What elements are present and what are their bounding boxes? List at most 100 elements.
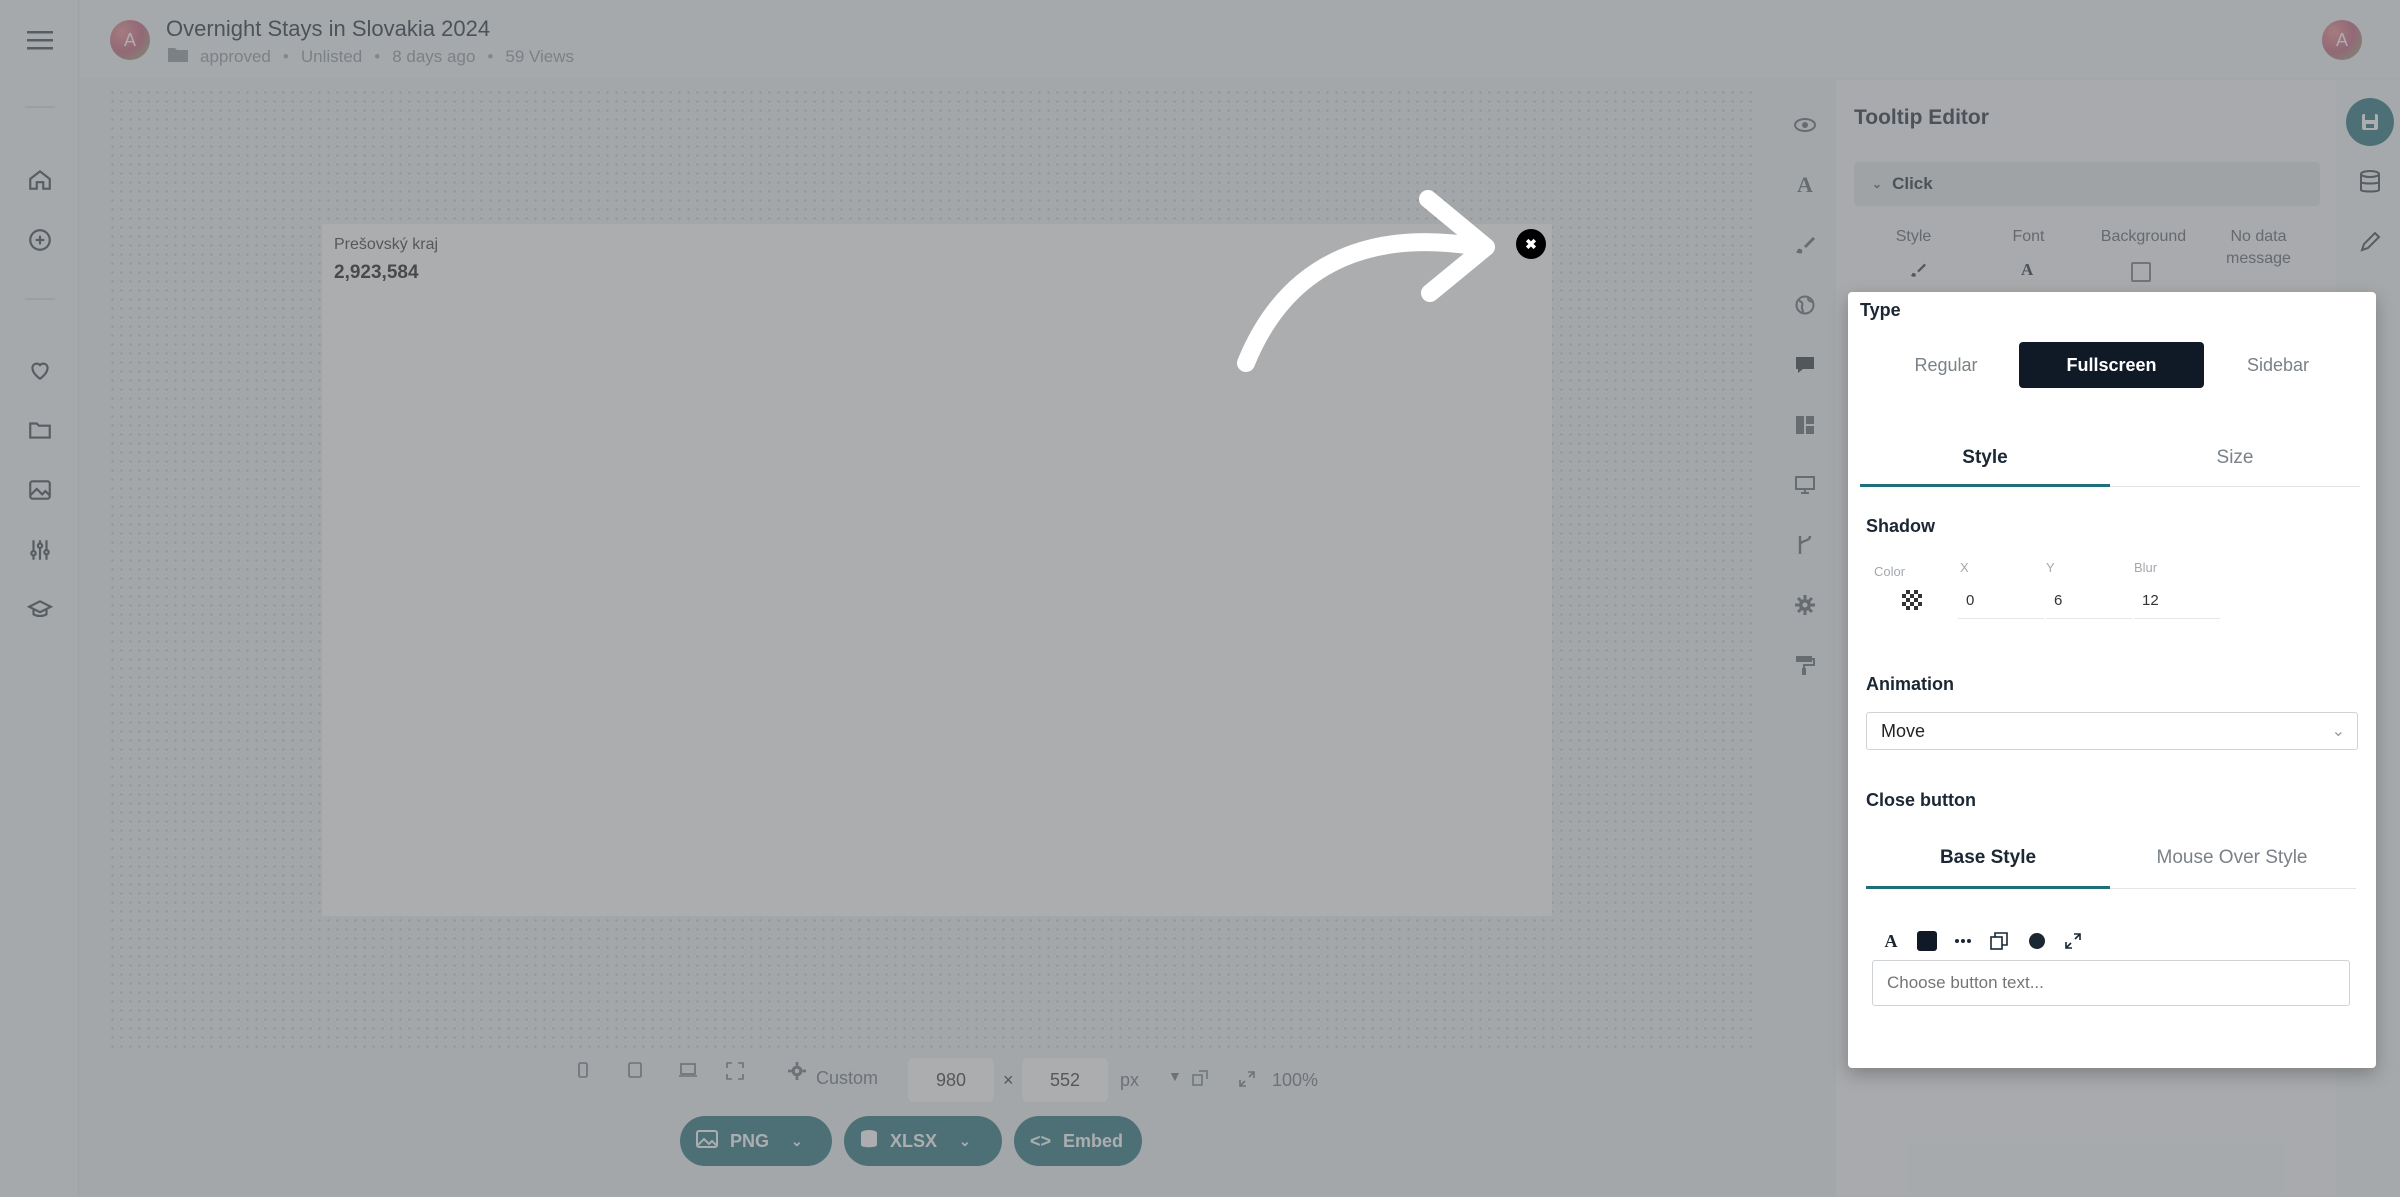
export-xlsx-button[interactable]: XLSX ⌄ [844, 1116, 1002, 1166]
type-sidebar[interactable]: Sidebar [2204, 342, 2352, 388]
heart-icon[interactable] [24, 354, 56, 386]
tab-mouse-over-style[interactable]: Mouse Over Style [2110, 838, 2354, 878]
hint-arrow [1237, 190, 1495, 372]
button-text-input[interactable] [1872, 960, 2350, 1006]
folder-name[interactable]: approved [200, 47, 271, 67]
chevron-down-icon: ⌄ [2331, 723, 2345, 740]
field-underline [2046, 618, 2132, 619]
code-icon: <> [1030, 1130, 1052, 1151]
checkbox-icon [2131, 262, 2151, 282]
shadow-x-caption: X [1960, 560, 1969, 575]
circle-shape-icon[interactable] [2024, 928, 2050, 954]
expand-icon[interactable] [1238, 1070, 1256, 1093]
view-count: 59 Views [505, 46, 575, 66]
text-font-icon: A [2021, 260, 2034, 279]
type-regular[interactable]: Regular [1872, 342, 2020, 388]
shadow-x-input[interactable]: 0 [1966, 592, 1974, 609]
graduation-cap-icon[interactable] [24, 594, 56, 626]
field-underline [2134, 618, 2220, 619]
tooltip-value: 2,923,584 [334, 262, 419, 283]
color-swatch-icon[interactable] [1914, 928, 1940, 954]
more-dots-icon[interactable] [1950, 928, 1976, 954]
divider [25, 106, 55, 108]
add-circle-icon[interactable] [24, 224, 56, 256]
chevron-down-icon: ⌄ [1872, 177, 1883, 191]
shadow-blur-caption: Blur [2134, 560, 2158, 575]
project-avatar[interactable]: A [110, 20, 150, 60]
separator-dot: • [487, 46, 494, 66]
fullscreen-icon[interactable] [726, 1062, 744, 1085]
click-section-header[interactable]: ⌄ Click [1854, 162, 2320, 206]
gear-icon[interactable] [1790, 590, 1820, 620]
subtab-no-data-message[interactable]: No data message [2201, 226, 2316, 270]
globe-icon[interactable] [1790, 290, 1820, 320]
left-rail [0, 0, 79, 1197]
tablet-device-icon[interactable] [628, 1062, 642, 1083]
paint-roller-icon[interactable] [1790, 650, 1820, 680]
pencil-icon[interactable] [2346, 218, 2394, 266]
size-preset[interactable]: Custom [816, 1068, 878, 1089]
separator-dot: • [374, 46, 381, 66]
laptop-device-icon[interactable] [678, 1062, 698, 1083]
text-font-icon[interactable]: A [1878, 928, 1904, 954]
shadow-y-input[interactable]: 6 [2054, 592, 2062, 609]
panel-title: Tooltip Editor [1854, 106, 1989, 129]
embed-label: Embed [1063, 1130, 1124, 1151]
visibility-status: Unlisted [300, 46, 363, 66]
shadow-color-swatch[interactable] [1902, 590, 1922, 610]
height-input[interactable]: 552 [1022, 1058, 1108, 1102]
tab-style[interactable]: Style [1860, 438, 2110, 478]
brush-icon[interactable] [1790, 230, 1820, 260]
shadow-label: Shadow [1866, 516, 1936, 536]
project-meta: approved • Unlisted • 8 days ago • 59 Vi… [168, 46, 574, 67]
shadow-color-caption: Color [1874, 564, 1906, 579]
home-icon[interactable] [24, 164, 56, 196]
export-png-button[interactable]: PNG ⌄ [680, 1116, 832, 1166]
shadow-y-caption: Y [2046, 560, 2055, 575]
tab-base-style[interactable]: Base Style [1866, 838, 2110, 878]
tooltip-close-button[interactable]: ✖ [1516, 229, 1546, 259]
image-icon[interactable] [24, 474, 56, 506]
mobile-device-icon[interactable] [578, 1062, 588, 1083]
animation-select[interactable]: Move ⌄ [1866, 712, 2358, 750]
divider [25, 298, 55, 300]
page-title[interactable]: Overnight Stays in Slovakia 2024 [166, 16, 490, 42]
folder-icon[interactable] [24, 414, 56, 446]
tooltip-speech-icon[interactable] [1790, 350, 1820, 380]
width-input[interactable]: 980 [908, 1058, 994, 1102]
times-sign: × [1003, 1070, 1014, 1090]
preset-gear-icon [788, 1062, 806, 1085]
link-icon[interactable] [1192, 1070, 1208, 1091]
screen-icon[interactable] [1790, 470, 1820, 500]
user-avatar[interactable]: A [2322, 20, 2362, 60]
separator-dot: • [282, 46, 289, 66]
type-label: Type [1860, 300, 1901, 320]
sliders-icon[interactable] [24, 534, 56, 566]
database-icon[interactable] [2346, 158, 2394, 206]
field-underline [1958, 618, 2044, 619]
tooltip-settings-popup: Type Regular Fullscreen Sidebar Style Si… [1848, 292, 2376, 1068]
copy-icon[interactable] [1986, 928, 2012, 954]
chevron-down-icon[interactable]: ⌄ [959, 1133, 971, 1150]
close-button-label: Close button [1866, 790, 1976, 810]
active-tab-indicator [1860, 484, 2110, 487]
chevron-down-icon[interactable]: ⌄ [791, 1133, 803, 1150]
type-fullscreen[interactable]: Fullscreen [2019, 342, 2204, 388]
shadow-blur-input[interactable]: 12 [2142, 592, 2159, 609]
folder-icon [168, 46, 188, 67]
export-png-label: PNG [730, 1130, 770, 1151]
hamburger-menu-icon[interactable] [24, 24, 56, 56]
embed-button[interactable]: <> Embed [1014, 1116, 1142, 1166]
active-tab-indicator [1866, 886, 2110, 889]
eye-icon[interactable] [1790, 110, 1820, 140]
branch-icon[interactable] [1790, 530, 1820, 560]
updated-time: 8 days ago [392, 46, 476, 66]
database-icon [860, 1129, 878, 1154]
resize-icon[interactable] [2060, 928, 2086, 954]
text-font-icon[interactable]: A [1790, 170, 1820, 200]
caret-down-icon[interactable]: ▼ [1168, 1068, 1182, 1084]
layout-icon[interactable] [1790, 410, 1820, 440]
save-icon[interactable] [2346, 98, 2394, 146]
tab-size[interactable]: Size [2110, 438, 2360, 478]
image-icon [696, 1129, 718, 1154]
